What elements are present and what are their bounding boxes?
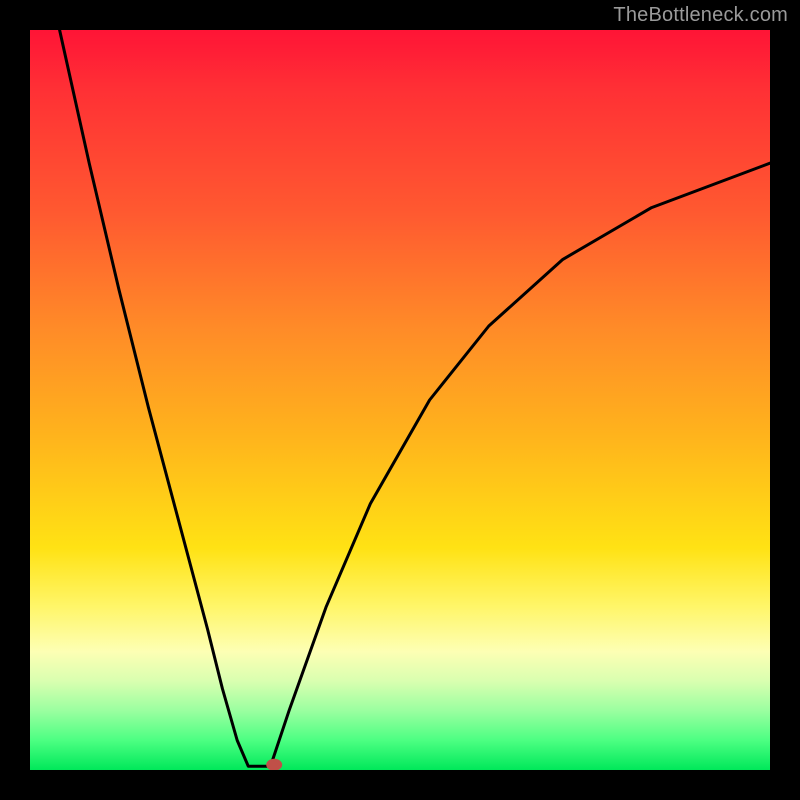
bottleneck-curve <box>60 30 770 766</box>
watermark-text: TheBottleneck.com <box>613 4 788 27</box>
chart-frame: TheBottleneck.com <box>0 0 800 800</box>
curve-layer <box>30 30 770 770</box>
plot-area <box>30 30 770 770</box>
minimum-marker <box>266 759 282 770</box>
